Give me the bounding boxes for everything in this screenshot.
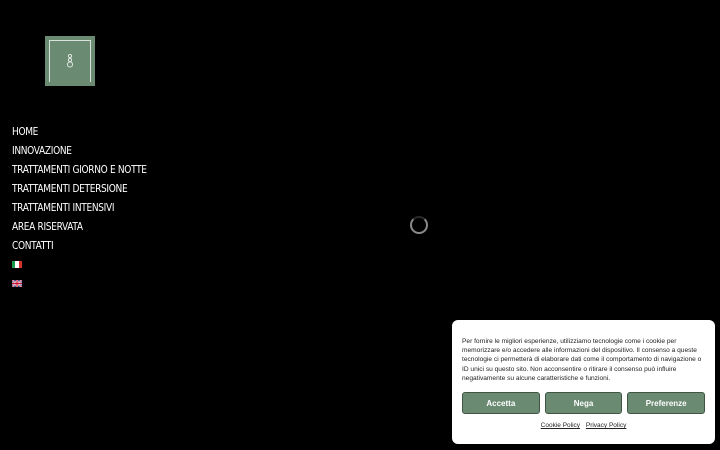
- preferences-button[interactable]: Preferenze: [627, 392, 706, 415]
- deny-button[interactable]: Nega: [544, 392, 623, 415]
- uk-flag-icon[interactable]: [12, 280, 22, 287]
- loading-spinner-icon: [410, 216, 428, 234]
- menu-item-contatti[interactable]: CONTATTI: [12, 236, 147, 255]
- menu-item-area-riservata[interactable]: AREA RISERVATA: [12, 217, 147, 236]
- cookie-buttons: Accetta Nega Preferenze: [462, 392, 706, 415]
- accept-button[interactable]: Accetta: [462, 392, 540, 415]
- cookie-consent-text: Per fornire le migliori esperienze, util…: [462, 338, 702, 382]
- menu-item-innovazione[interactable]: INNOVAZIONE: [12, 141, 147, 160]
- cookie-policy-link[interactable]: Cookie Policy: [541, 422, 580, 429]
- keyhole-logo-icon: [66, 53, 74, 68]
- cookie-consent-banner: Per fornire le migliori esperienze, util…: [452, 320, 715, 444]
- it-flag-icon[interactable]: [12, 261, 22, 268]
- cookie-policy-links: Cookie Policy Privacy Policy: [462, 422, 705, 429]
- menu-item-trattamenti-detersione[interactable]: TRATTAMENTI DETERSIONE: [12, 179, 147, 198]
- main-menu: HOME INNOVAZIONE TRATTAMENTI GIORNO E NO…: [12, 122, 176, 255]
- menu-item-home[interactable]: HOME: [12, 122, 147, 141]
- privacy-policy-link[interactable]: Privacy Policy: [586, 422, 626, 429]
- site-logo[interactable]: [45, 36, 95, 86]
- menu-item-trattamenti-giorno-notte[interactable]: TRATTAMENTI GIORNO E NOTTE: [12, 160, 147, 179]
- menu-item-trattamenti-intensivi[interactable]: TRATTAMENTI INTENSIVI: [12, 198, 147, 217]
